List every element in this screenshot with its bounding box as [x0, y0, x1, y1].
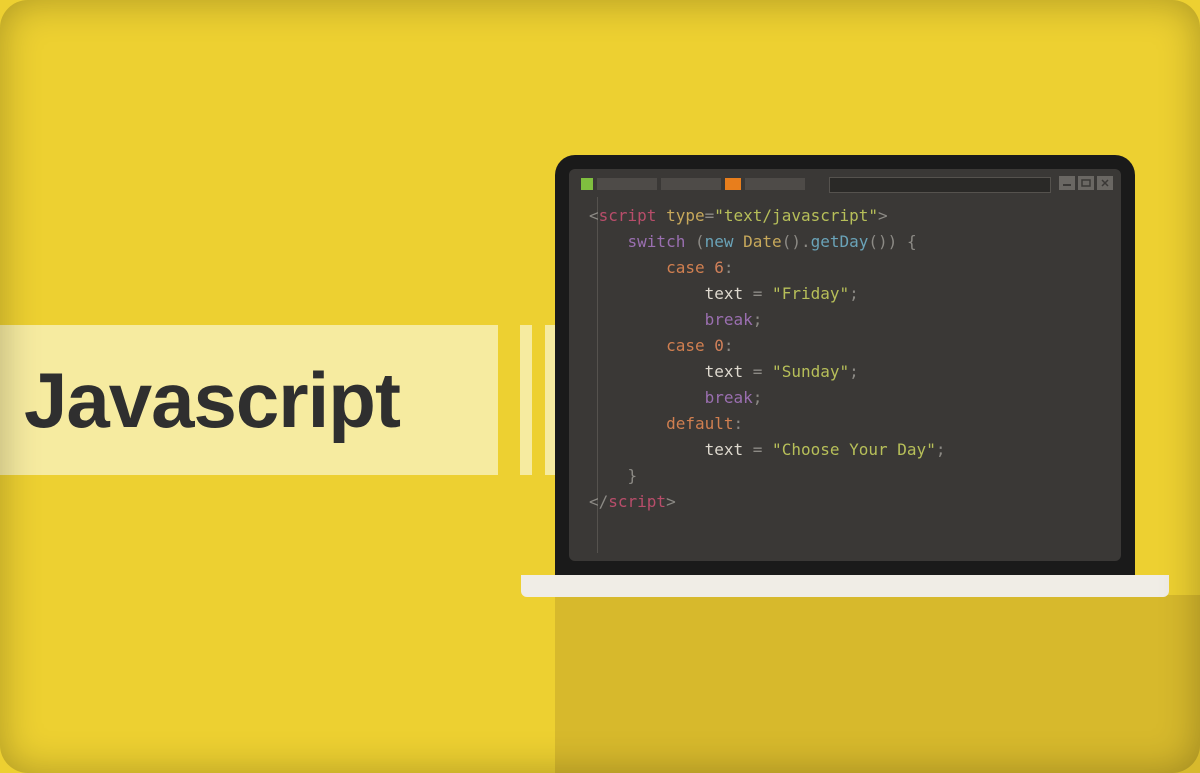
tab-active-indicator	[725, 178, 741, 190]
tab-indicator	[581, 178, 593, 190]
band-stripe	[520, 325, 532, 475]
laptop-base	[521, 575, 1169, 597]
window-controls	[1059, 176, 1113, 190]
editor-tab	[597, 178, 657, 190]
title-band: Javascript	[0, 325, 498, 475]
code-block: <script type="text/javascript"> switch (…	[589, 203, 1111, 553]
close-icon	[1097, 176, 1113, 190]
editor-path-bar	[829, 177, 1051, 193]
editor-toolbar	[569, 173, 1121, 195]
editor-tab	[745, 178, 805, 190]
editor-tab	[661, 178, 721, 190]
laptop: <script type="text/javascript"> switch (…	[555, 155, 1200, 597]
editor-screen: <script type="text/javascript"> switch (…	[569, 169, 1121, 561]
minimize-icon	[1059, 176, 1075, 190]
maximize-icon	[1078, 176, 1094, 190]
laptop-shadow	[555, 595, 1200, 773]
laptop-bezel: <script type="text/javascript"> switch (…	[555, 155, 1135, 575]
title-text: Javascript	[24, 355, 400, 446]
illustration-stage: Javascript	[0, 0, 1200, 773]
